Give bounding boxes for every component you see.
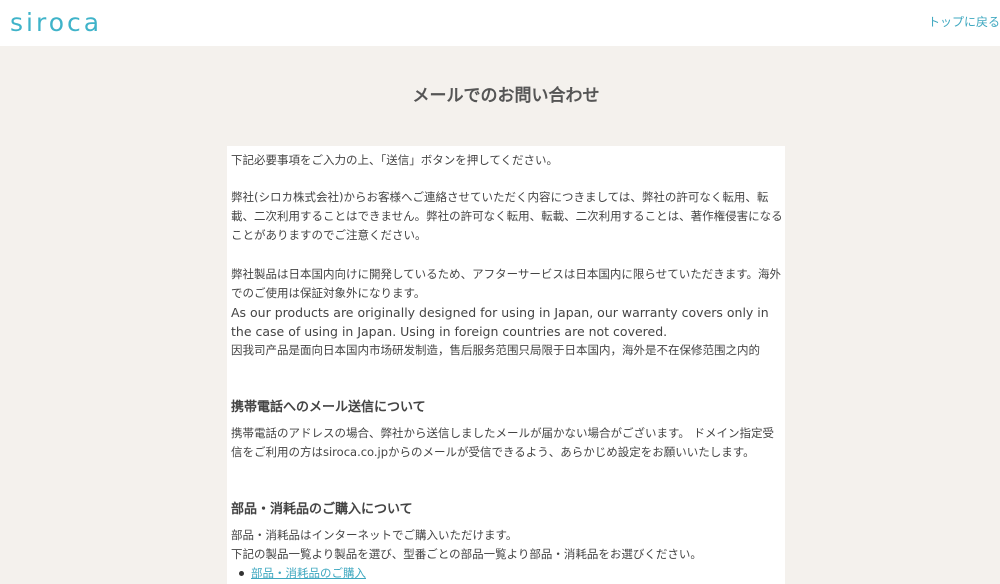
- siroca-logo[interactable]: siroca: [10, 6, 102, 40]
- intro-text: 下記必要事項をご入力の上、「送信」ボタンを押してください。: [231, 153, 559, 167]
- overseas-notice-en: As our products are originally designed …: [231, 305, 769, 339]
- mobile-mail-text: 携帯電話のアドレスの場合、弊社から送信しましたメールが届かない場合がございます。…: [231, 426, 774, 459]
- page-title: メールでのお問い合わせ: [412, 86, 600, 106]
- list-item: 部品・消耗品のご購入: [239, 564, 785, 583]
- copyright-notice: 弊社(シロカ株式会社)からお客様へご連絡させていただく内容につきましては、弊社の…: [231, 190, 783, 242]
- parts-link-list: 部品・消耗品のご購入: [231, 564, 785, 583]
- bullet-icon: [239, 571, 244, 576]
- parts-purchase-text-1: 部品・消耗品はインターネットでご購入いただけます。: [231, 528, 518, 542]
- parts-purchase-heading: 部品・消耗品のご購入について: [231, 502, 413, 517]
- site-header: siroca トップに戻る: [0, 0, 1000, 46]
- overseas-notice-zh: 因我司产品是面向日本国内市场研发制造，售后服务范围只局限于日本国内，海外是不在保…: [231, 343, 760, 357]
- back-to-top-link[interactable]: トップに戻る: [928, 13, 1000, 30]
- parts-purchase-text-2: 下記の製品一覧より製品を選び、型番ごとの部品一覧より部品・消耗品をお選びください…: [231, 547, 702, 561]
- parts-purchase-link[interactable]: 部品・消耗品のご購入: [251, 566, 366, 580]
- contact-content-panel: 下記必要事項をご入力の上、「送信」ボタンを押してください。 弊社(シロカ株式会社…: [227, 146, 785, 584]
- overseas-notice-ja: 弊社製品は日本国内向けに開発しているため、アフターサービスは日本国内に限らせてい…: [231, 267, 782, 300]
- mobile-mail-heading: 携帯電話へのメール送信について: [231, 400, 426, 415]
